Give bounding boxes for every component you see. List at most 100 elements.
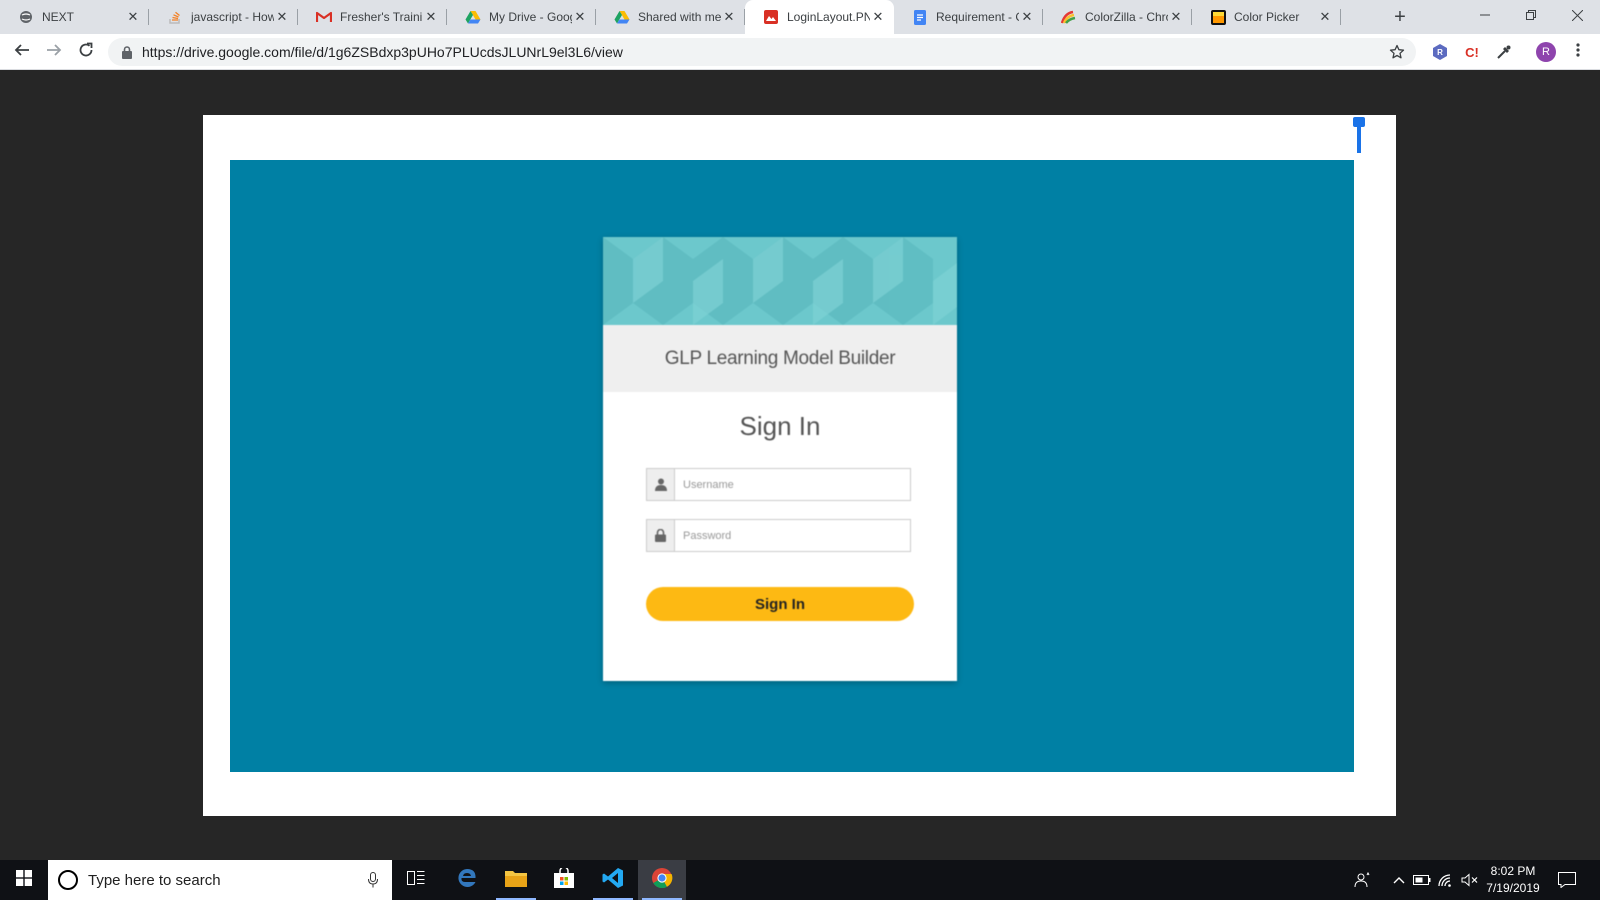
taskbar-search-box[interactable]: Type here to search xyxy=(48,860,392,900)
extension-label: C! xyxy=(1465,44,1479,60)
clock-date: 7/19/2019 xyxy=(1486,881,1540,895)
task-view-button[interactable] xyxy=(392,860,440,900)
microphone-icon[interactable] xyxy=(366,870,380,890)
login-card: GLP Learning Model Builder Sign In Sign … xyxy=(603,237,957,681)
app-title: GLP Learning Model Builder xyxy=(603,325,957,392)
windows-taskbar: Type here to search 8:02 PM 7/19/2019 xyxy=(0,860,1600,900)
extension-badge: R xyxy=(1437,47,1443,57)
taskbar-app-edge[interactable] xyxy=(443,860,491,900)
wifi-icon[interactable] xyxy=(1436,870,1456,890)
signin-button[interactable]: Sign In xyxy=(646,587,914,621)
new-tab-button[interactable]: + xyxy=(1388,5,1412,29)
google-docs-icon xyxy=(912,9,928,25)
google-drive-icon xyxy=(465,9,481,25)
reload-button[interactable] xyxy=(72,38,100,66)
close-icon[interactable]: ✕ xyxy=(1317,9,1333,25)
profile-avatar[interactable]: R xyxy=(1536,42,1556,62)
eyedropper-icon[interactable] xyxy=(1494,42,1514,62)
tab-title: My Drive - Google xyxy=(489,10,572,24)
taskbar-app-store[interactable] xyxy=(540,860,588,900)
action-center-icon[interactable] xyxy=(1556,870,1578,890)
close-icon[interactable]: ✕ xyxy=(423,9,439,25)
back-button[interactable] xyxy=(8,38,36,66)
vscode-icon xyxy=(602,867,624,894)
system-clock[interactable]: 8:02 PM 7/19/2019 xyxy=(1478,863,1548,897)
tab-color-picker[interactable]: Color Picker ✕ xyxy=(1192,0,1341,34)
close-icon[interactable]: ✕ xyxy=(1168,9,1184,25)
menu-button[interactable] xyxy=(1568,42,1588,62)
tab-freshers-training[interactable]: Fresher's Training ✕ xyxy=(298,0,447,34)
battery-icon[interactable] xyxy=(1412,870,1432,890)
tab-shared-with-me[interactable]: Shared with me ✕ xyxy=(596,0,745,34)
tab-colorzilla[interactable]: ColorZilla - Chro ✕ xyxy=(1043,0,1192,34)
globe-icon xyxy=(18,9,34,25)
gmail-icon xyxy=(316,9,332,25)
start-button[interactable] xyxy=(0,860,48,900)
tab-loginlayout-png[interactable]: LoginLayout.PNG ✕ xyxy=(745,0,894,34)
tab-title: Requirement - G xyxy=(936,10,1019,24)
chrome-icon xyxy=(651,867,673,894)
tab-requirement[interactable]: Requirement - G ✕ xyxy=(894,0,1043,34)
store-icon xyxy=(553,865,575,893)
tab-javascript[interactable]: javascript - How ✕ xyxy=(149,0,298,34)
windows-logo-icon xyxy=(16,869,32,891)
lock-icon xyxy=(647,520,675,551)
image-preview: GLP Learning Model Builder Sign In Sign … xyxy=(203,115,1396,816)
address-bar[interactable]: https://drive.google.com/file/d/1g6ZSBdx… xyxy=(108,38,1416,66)
mockup-background: GLP Learning Model Builder Sign In Sign … xyxy=(230,160,1354,772)
close-icon[interactable]: ✕ xyxy=(721,9,737,25)
close-window-button[interactable] xyxy=(1554,0,1600,30)
close-icon[interactable]: ✕ xyxy=(274,9,290,25)
kebab-menu-icon xyxy=(1576,42,1580,63)
restore-button[interactable] xyxy=(1508,0,1554,30)
tab-my-drive[interactable]: My Drive - Google ✕ xyxy=(447,0,596,34)
close-icon[interactable]: ✕ xyxy=(572,9,588,25)
password-input[interactable] xyxy=(675,521,910,550)
tab-title: Color Picker xyxy=(1234,10,1300,24)
profile-initial: R xyxy=(1536,42,1556,62)
stackoverflow-icon xyxy=(167,9,183,25)
username-field[interactable] xyxy=(646,468,911,501)
clock-time: 8:02 PM xyxy=(1490,864,1536,878)
tab-title: javascript - How xyxy=(191,10,274,24)
signin-heading: Sign In xyxy=(739,411,821,441)
username-input[interactable] xyxy=(675,470,910,499)
color-picker-icon xyxy=(1210,9,1226,25)
lock-icon xyxy=(120,44,134,60)
forward-button[interactable] xyxy=(40,38,68,66)
colorzilla-icon xyxy=(1061,9,1077,25)
tab-title: Fresher's Training xyxy=(340,10,423,24)
taskbar-app-file-explorer[interactable] xyxy=(492,860,540,900)
tab-next[interactable]: NEXT ✕ xyxy=(0,0,149,34)
tab-title: Shared with me xyxy=(638,10,721,24)
password-field[interactable] xyxy=(646,519,911,552)
url-text: https://drive.google.com/file/d/1g6ZSBdx… xyxy=(142,44,623,60)
volume-muted-icon[interactable] xyxy=(1460,870,1480,890)
extension-r-icon[interactable]: R xyxy=(1430,42,1450,62)
user-icon xyxy=(647,469,675,500)
folder-icon xyxy=(505,869,527,892)
arrow-right-icon xyxy=(46,42,62,63)
tab-separator xyxy=(1340,9,1341,25)
tab-title: NEXT xyxy=(42,10,75,24)
bookmark-star-icon[interactable] xyxy=(1388,43,1406,61)
extension-c-icon[interactable]: C! xyxy=(1462,42,1482,62)
arrow-left-icon xyxy=(14,42,30,63)
close-icon[interactable]: ✕ xyxy=(1019,9,1035,25)
taskbar-app-vscode[interactable] xyxy=(589,860,637,900)
card-banner-pattern xyxy=(603,237,957,325)
edge-icon xyxy=(456,867,478,894)
tab-strip: NEXT ✕ javascript - How ✕ Fresher's Trai… xyxy=(0,0,1600,34)
selection-marker xyxy=(1353,117,1365,153)
minimize-button[interactable] xyxy=(1462,0,1508,30)
taskbar-app-chrome[interactable] xyxy=(638,860,686,900)
tab-title: LoginLayout.PNG xyxy=(787,10,870,24)
close-icon[interactable]: ✕ xyxy=(125,9,141,25)
cortana-icon xyxy=(58,870,78,890)
image-file-icon xyxy=(763,9,779,25)
drive-image-viewer: GLP Learning Model Builder Sign In Sign … xyxy=(0,70,1600,860)
chevron-up-icon[interactable] xyxy=(1389,870,1409,890)
people-icon[interactable] xyxy=(1353,870,1373,890)
close-icon[interactable]: ✕ xyxy=(870,9,886,25)
tab-title: ColorZilla - Chro xyxy=(1085,10,1168,24)
